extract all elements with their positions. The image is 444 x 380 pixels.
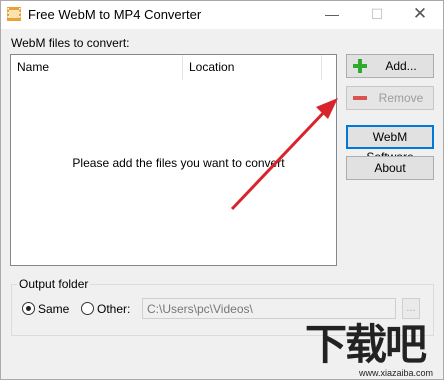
app-window: Free WebM to MP4 Converter — ☐ ✕ WebM fi…	[0, 0, 444, 380]
same-radio[interactable]	[22, 302, 35, 315]
webm-software-button[interactable]: WebM Software	[346, 125, 434, 164]
browse-button[interactable]: ...	[402, 298, 420, 319]
about-button[interactable]: About	[346, 156, 434, 180]
file-list[interactable]: Name Location Please add the files you w…	[10, 54, 337, 266]
plus-icon	[353, 59, 367, 73]
files-label: WebM files to convert:	[11, 36, 130, 50]
film-icon	[7, 7, 21, 21]
output-folder-title: Output folder	[17, 277, 91, 291]
same-radio-label[interactable]: Same	[38, 302, 69, 316]
maximize-button[interactable]: ☐	[362, 1, 392, 29]
add-button[interactable]: Add...	[346, 54, 434, 78]
add-button-label: Add...	[385, 59, 417, 73]
remove-button[interactable]: Remove	[346, 86, 434, 110]
watermark: 下载吧 www.xiazaiba.com	[305, 323, 444, 380]
about-label: About	[374, 161, 406, 175]
title-bar: Free WebM to MP4 Converter — ☐ ✕	[1, 1, 443, 29]
watermark-logo: 下载吧	[305, 320, 427, 369]
window-title: Free WebM to MP4 Converter	[28, 7, 202, 22]
column-header-name[interactable]: Name	[11, 55, 183, 80]
other-radio-label[interactable]: Other:	[97, 302, 130, 316]
empty-list-message: Please add the files you want to convert	[72, 156, 285, 170]
other-radio[interactable]	[81, 302, 94, 315]
column-header-location[interactable]: Location	[183, 55, 322, 80]
output-path-input[interactable]	[142, 298, 396, 319]
minus-icon	[353, 96, 367, 100]
watermark-url: www.xiazaiba.com	[359, 368, 434, 378]
minimize-button[interactable]: —	[317, 1, 347, 29]
close-button[interactable]: ✕	[405, 1, 435, 29]
